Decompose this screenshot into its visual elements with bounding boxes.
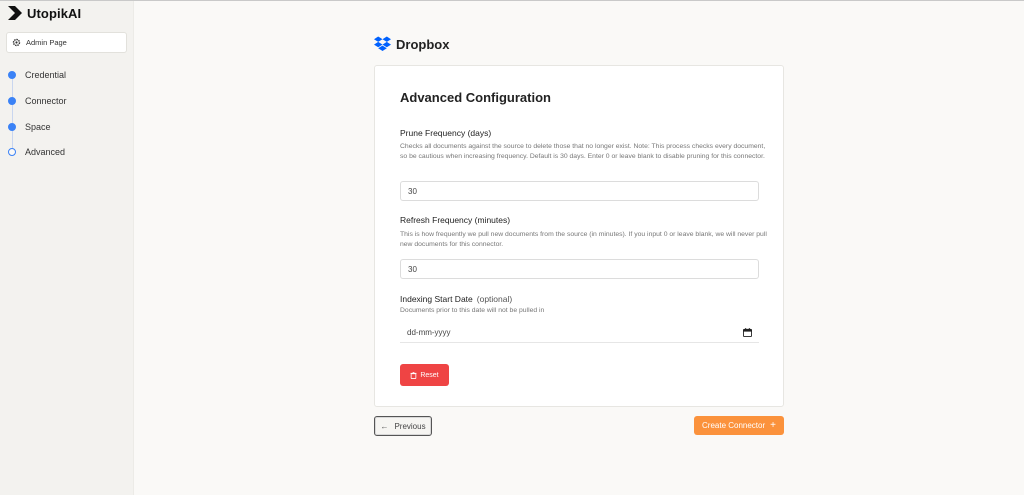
- arrow-left-icon: ←: [380, 421, 389, 431]
- refresh-frequency-description: This is how frequently we pull new docum…: [400, 231, 767, 248]
- refresh-frequency-input[interactable]: [400, 259, 759, 279]
- step-advanced[interactable]: Advanced: [0, 144, 134, 160]
- create-connector-button[interactable]: Create Connector +: [694, 416, 784, 435]
- reset-button[interactable]: Reset: [400, 364, 449, 386]
- connector-header: Dropbox: [374, 35, 449, 53]
- indexing-start-date-label-text: Indexing Start Date: [400, 294, 473, 304]
- step-connector[interactable]: Connector: [0, 93, 134, 109]
- indexing-start-date-description: Documents prior to this date will not be…: [400, 307, 545, 314]
- calendar-icon[interactable]: [743, 328, 752, 337]
- brand-name: UtopikAI: [27, 5, 82, 21]
- step-complete-dot: [8, 97, 16, 105]
- optional-tag: (optional): [476, 294, 513, 304]
- prune-frequency-input[interactable]: [400, 181, 759, 201]
- date-placeholder: dd-mm-yyyy: [407, 328, 451, 337]
- step-complete-dot: [8, 123, 16, 131]
- trash-icon: [410, 371, 417, 379]
- plus-icon: +: [770, 419, 776, 431]
- step-complete-dot: [8, 71, 16, 79]
- main-content: Dropbox Advanced Configuration Prune Fre…: [134, 1, 1024, 495]
- prune-frequency-description: Checks all documents against the source …: [400, 143, 766, 160]
- gear-icon: [12, 38, 21, 47]
- brand[interactable]: UtopikAI: [8, 5, 81, 21]
- step-label: Connector: [25, 96, 67, 106]
- previous-button-label: Previous: [394, 421, 426, 431]
- advanced-config-card: Advanced Configuration Prune Frequency (…: [374, 65, 784, 407]
- reset-button-label: Reset: [420, 371, 439, 379]
- admin-page-label: Admin Page: [26, 38, 67, 47]
- indexing-start-date-input[interactable]: dd-mm-yyyy: [400, 323, 759, 343]
- step-label: Advanced: [25, 147, 66, 157]
- prune-frequency-label: Prune Frequency (days): [400, 128, 492, 138]
- step-space[interactable]: Space: [0, 119, 134, 135]
- step-label: Credential: [25, 70, 67, 80]
- utopikai-logo-icon: [8, 6, 22, 20]
- previous-button[interactable]: ← Previous: [374, 416, 432, 436]
- step-connector-line: [11, 75, 13, 152]
- card-title: Advanced Configuration: [400, 90, 551, 105]
- refresh-frequency-label: Refresh Frequency (minutes): [400, 215, 511, 225]
- step-current-dot: [8, 148, 16, 156]
- admin-page-button[interactable]: Admin Page: [6, 32, 127, 53]
- dropbox-logo-icon: [374, 36, 391, 51]
- indexing-start-date-label: Indexing Start Date (optional): [400, 294, 512, 304]
- connector-title: Dropbox: [396, 36, 450, 52]
- step-credential[interactable]: Credential: [0, 67, 134, 83]
- sidebar: UtopikAI Admin Page Credential Connector…: [0, 1, 134, 495]
- step-label: Space: [25, 122, 51, 132]
- create-connector-label: Create Connector: [702, 421, 766, 430]
